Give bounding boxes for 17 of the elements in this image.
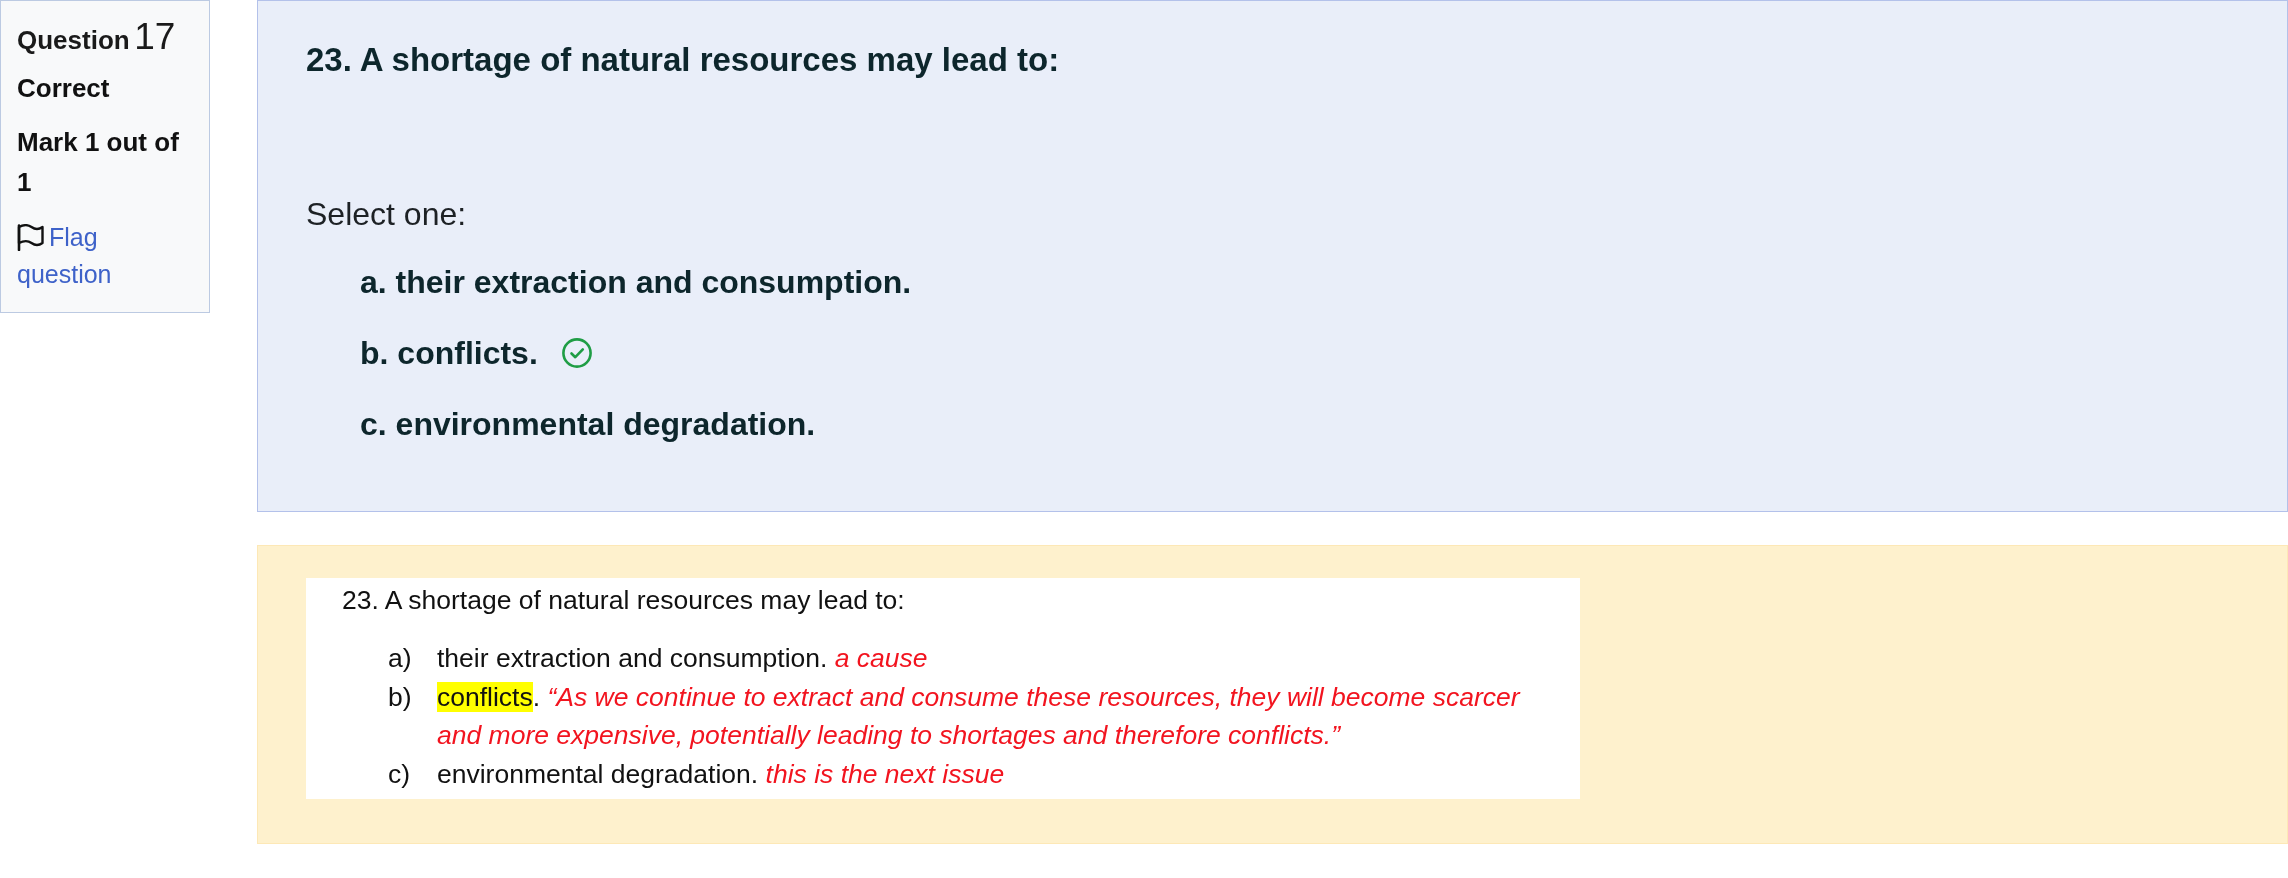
select-prompt: Select one: [306, 195, 468, 234]
answer-option: b. conflicts. [360, 333, 538, 373]
answer-option: a. their extraction and consumption. [360, 262, 912, 302]
list-marker: b) [388, 680, 413, 714]
question-number: 17 [134, 16, 176, 57]
question-title: 23. A shortage of natural resources may lead to: [306, 40, 1061, 80]
annotated-answer-text: their extraction and consumption. a cause [437, 642, 929, 675]
question-label: Question [17, 25, 130, 55]
flag-question-link[interactable]: Flag question [17, 219, 185, 293]
annotated-answer-text: conflicts. “As we continue to extract and consume these resources, they will become scarcer and more expensive, potentially leading to shortages and therefore conflicts.” [437, 680, 1522, 752]
list-marker: a) [388, 642, 413, 675]
list-marker: c) [388, 757, 412, 791]
annotated-answer-text: environmental degradation. this is the next issue [437, 757, 1006, 791]
document-question-text: 23. A shortage of natural resources may lead to: [342, 584, 906, 617]
answer-option: c. environmental degradation. [360, 404, 816, 444]
question-status: Correct [17, 72, 111, 105]
question-mark: Mark 1 out of 1 [17, 126, 180, 199]
